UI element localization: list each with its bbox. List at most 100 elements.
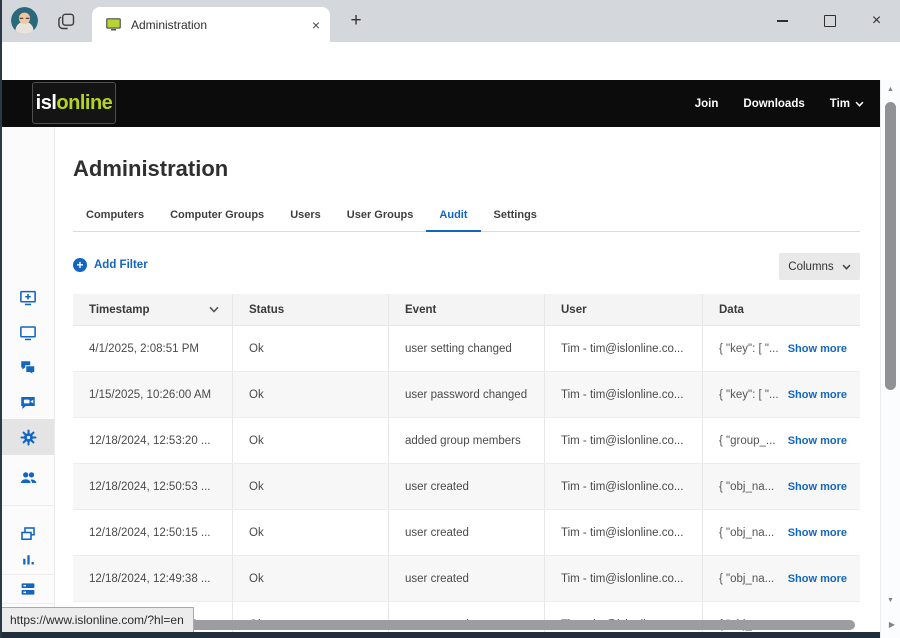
table-row[interactable]: 12/18/2024, 12:53:20 ... Ok added group …	[73, 418, 860, 464]
tab-favicon-icon	[105, 16, 122, 33]
table-row[interactable]: 12/18/2024, 12:50:15 ... Ok user created…	[73, 510, 860, 556]
cell-timestamp: 12/18/2024, 12:50:53 ...	[73, 464, 232, 509]
sidebar-item-chat[interactable]	[2, 351, 54, 385]
data-preview: { "obj_na...	[719, 481, 774, 493]
cell-status: Ok	[232, 510, 388, 555]
cell-data: { "group_... Show more	[702, 418, 860, 463]
nav-user-menu[interactable]: Tim	[830, 98, 864, 110]
tab-audit[interactable]: Audit	[426, 202, 480, 232]
data-preview: { "obj_na...	[719, 573, 774, 585]
chevron-down-icon	[842, 264, 851, 270]
nav-downloads[interactable]: Downloads	[743, 98, 804, 110]
table-body: 4/1/2025, 2:08:51 PM Ok user setting cha…	[73, 326, 860, 638]
column-header-status[interactable]: Status	[232, 294, 388, 325]
tab-computers[interactable]: Computers	[73, 202, 157, 232]
table-row[interactable]: 1/15/2025, 10:26:00 AM Ok user password …	[73, 372, 860, 418]
sidebar-item-users[interactable]	[2, 460, 54, 494]
cell-event: user created	[388, 464, 544, 509]
maximize-icon	[824, 15, 836, 27]
browser-titlebar: Administration × + ×	[0, 0, 900, 42]
new-tab-button[interactable]: +	[343, 8, 369, 34]
table-row[interactable]: 4/1/2025, 2:08:51 PM Ok user setting cha…	[73, 326, 860, 372]
logo-text-primary: isl	[36, 92, 57, 115]
minimize-button[interactable]	[759, 0, 806, 42]
add-filter-button[interactable]: + Add Filter	[73, 258, 148, 272]
scroll-right-icon[interactable]: ▶	[889, 620, 895, 629]
cell-data: { "obj_na... Show more	[702, 464, 860, 509]
sidebar-item-new-session[interactable]	[2, 281, 54, 315]
cell-data: { "obj_na... Show more	[702, 510, 860, 555]
horizontal-scrollbar-thumb[interactable]	[180, 620, 855, 630]
minimize-icon	[777, 20, 788, 22]
cell-user: Tim - tim@islonline.co...	[544, 556, 702, 601]
app-sidebar	[2, 127, 55, 638]
column-header-data[interactable]: Data	[702, 294, 860, 325]
bar-chart-icon	[20, 551, 37, 568]
tab-title: Administration	[131, 18, 312, 32]
add-filter-label: Add Filter	[94, 259, 148, 271]
plus-circle-icon: +	[73, 258, 87, 272]
browser-tab-administration[interactable]: Administration ×	[92, 7, 330, 42]
cell-status: Ok	[232, 556, 388, 601]
cell-event: user created	[388, 510, 544, 555]
tab-close-icon[interactable]: ×	[312, 17, 320, 33]
tab-users[interactable]: Users	[277, 202, 334, 232]
cell-status: Ok	[232, 464, 388, 509]
window-bottom-border	[0, 632, 880, 638]
column-header-user[interactable]: User	[544, 294, 702, 325]
chat-icon	[19, 359, 37, 377]
page-title: Administration	[73, 156, 228, 182]
sidebar-item-computers[interactable]	[2, 316, 54, 350]
close-button[interactable]: ×	[853, 0, 900, 42]
site-nav: Join Downloads Tim	[695, 80, 864, 127]
table-row[interactable]: 12/18/2024, 12:49:38 ... Ok user created…	[73, 556, 860, 602]
profile-avatar[interactable]	[11, 7, 38, 34]
cell-timestamp: 12/18/2024, 12:49:38 ...	[73, 556, 232, 601]
cell-user: Tim - tim@islonline.co...	[544, 464, 702, 509]
sidebar-item-reports[interactable]	[2, 542, 54, 576]
cell-data: { "obj_na... Show more	[702, 556, 860, 601]
maximize-button[interactable]	[806, 0, 853, 42]
workspaces-icon[interactable]	[55, 10, 77, 32]
cell-status: Ok	[232, 326, 388, 371]
column-header-timestamp[interactable]: Timestamp	[73, 294, 232, 325]
vertical-scrollbar-thumb[interactable]	[885, 102, 896, 390]
site-header: islonline Join Downloads Tim	[0, 80, 880, 127]
columns-button[interactable]: Columns	[779, 253, 860, 280]
show-more-link[interactable]: Show more	[788, 573, 847, 585]
show-more-link[interactable]: Show more	[788, 527, 847, 539]
tab-settings[interactable]: Settings	[481, 202, 550, 232]
columns-button-label: Columns	[788, 261, 833, 273]
show-more-link[interactable]: Show more	[788, 481, 847, 493]
monitor-plus-icon	[19, 289, 37, 307]
show-more-link[interactable]: Show more	[788, 389, 847, 401]
scroll-down-icon[interactable]: ▼	[881, 597, 900, 604]
cell-timestamp: 12/18/2024, 12:53:20 ...	[73, 418, 232, 463]
cell-timestamp: 1/15/2025, 10:26:00 AM	[73, 372, 232, 417]
close-icon: ×	[872, 13, 881, 29]
cell-status: Ok	[232, 372, 388, 417]
browser-toolbar: ← https://account.islonline.net/users/ad…	[0, 42, 900, 80]
monitor-icon	[19, 324, 37, 342]
show-more-link[interactable]: Show more	[788, 343, 847, 355]
cell-data: { "key": [ "... Show more	[702, 372, 860, 417]
avatar-icon	[11, 7, 38, 34]
user-menu-label: Tim	[830, 98, 850, 110]
gear-icon	[19, 428, 38, 447]
sidebar-item-video-chat[interactable]	[2, 386, 54, 420]
show-more-link[interactable]: Show more	[788, 435, 847, 447]
islonline-logo[interactable]: islonline	[32, 82, 116, 124]
column-header-event[interactable]: Event	[388, 294, 544, 325]
scroll-up-icon[interactable]: ▲	[881, 86, 900, 93]
vertical-scrollbar[interactable]: ▲ ▼	[880, 80, 900, 638]
tab-user-groups[interactable]: User Groups	[334, 202, 427, 232]
table-row[interactable]: 12/18/2024, 12:50:53 ... Ok user created…	[73, 464, 860, 510]
admin-tabs: Computers Computer Groups Users User Gro…	[73, 202, 860, 232]
data-preview: { "key": [ "...	[719, 343, 779, 355]
windows-stack-icon	[19, 525, 37, 543]
tab-computer-groups[interactable]: Computer Groups	[157, 202, 277, 232]
server-icon	[19, 580, 37, 598]
nav-join[interactable]: Join	[695, 98, 719, 110]
cell-user: Tim - tim@islonline.co...	[544, 372, 702, 417]
sidebar-item-settings[interactable]	[2, 419, 54, 455]
